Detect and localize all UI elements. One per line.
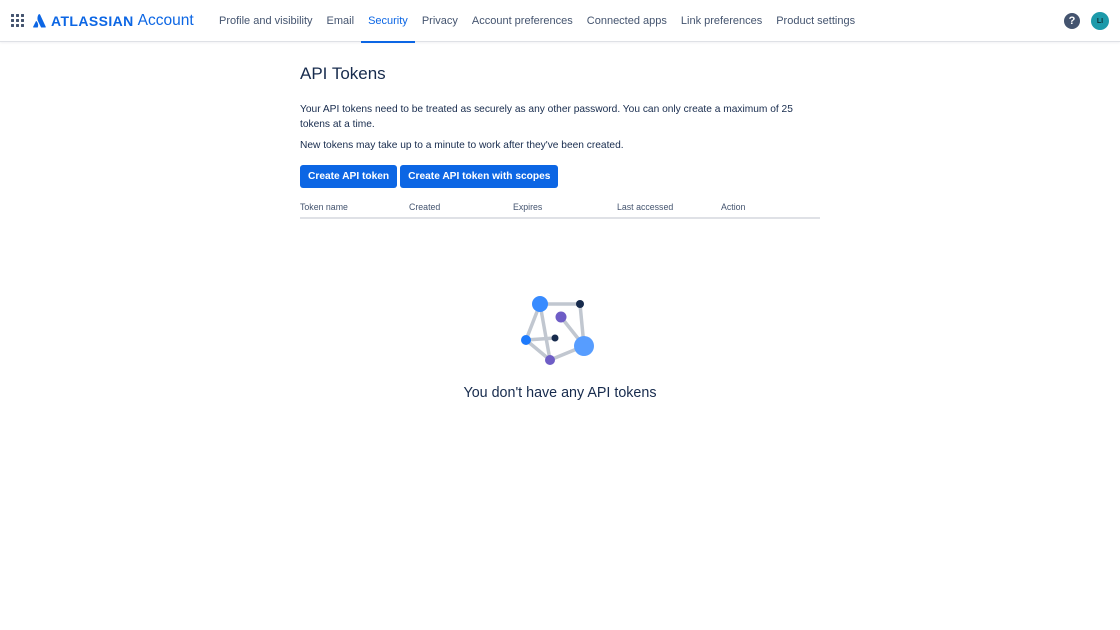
token-actions: Create API token Create API token with s… — [300, 165, 561, 188]
column-header-created[interactable]: Created — [409, 202, 440, 212]
nav-item-profile-and-visibility[interactable]: Profile and visibility — [212, 0, 320, 42]
column-header-last-accessed[interactable]: Last accessed — [617, 202, 673, 212]
atlassian-logo-icon — [33, 14, 46, 28]
avatar[interactable]: LI — [1091, 12, 1109, 30]
nav-item-security[interactable]: Security — [361, 0, 415, 43]
brand-name: ATLASSIAN — [51, 13, 134, 29]
nav-item-account-preferences[interactable]: Account preferences — [465, 0, 580, 42]
account-nav: Profile and visibility Email Security Pr… — [212, 0, 862, 43]
nav-item-link-preferences[interactable]: Link preferences — [674, 0, 769, 42]
nav-item-privacy[interactable]: Privacy — [415, 0, 465, 42]
atlassian-account-logo[interactable]: ATLASSIAN Account — [33, 10, 194, 32]
empty-state-title: You don't have any API tokens — [463, 385, 657, 401]
nav-item-product-settings[interactable]: Product settings — [769, 0, 862, 42]
top-navigation-bar: ATLASSIAN Account Profile and visibility… — [0, 0, 1120, 43]
brand-product: Account — [137, 12, 194, 29]
help-icon[interactable]: ? — [1064, 13, 1080, 29]
nav-item-connected-apps[interactable]: Connected apps — [580, 0, 674, 42]
create-api-token-with-scopes-button[interactable]: Create API token with scopes — [400, 165, 559, 188]
column-header-expires[interactable]: Expires — [513, 202, 542, 212]
nav-item-email[interactable]: Email — [320, 0, 362, 42]
network-graph-illustration — [521, 296, 594, 365]
description-text: Your API tokens need to be treated as se… — [300, 104, 793, 130]
column-header-action: Action — [721, 202, 746, 212]
description-note: New tokens may take up to a minute to wo… — [300, 140, 624, 151]
tokens-table-header: Token name Created Expires Last accessed… — [300, 202, 820, 219]
app-switcher-icon[interactable] — [11, 14, 24, 27]
page-title: API Tokens — [300, 64, 386, 83]
column-header-token-name[interactable]: Token name — [300, 202, 348, 212]
create-api-token-button[interactable]: Create API token — [300, 165, 398, 188]
